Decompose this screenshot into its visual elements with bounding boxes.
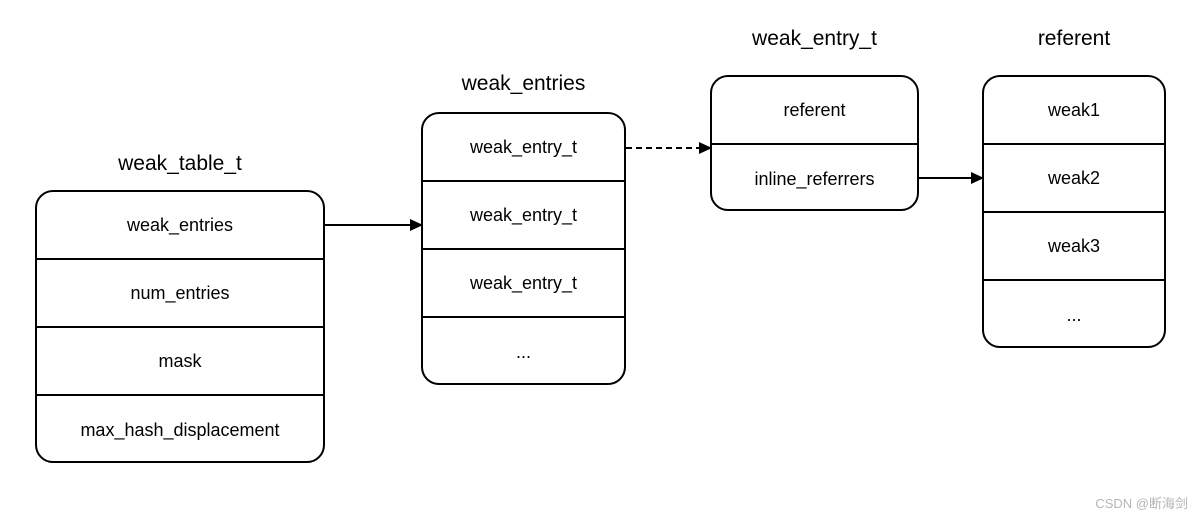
referent-box: weak1 weak2 weak3 ... <box>982 75 1166 348</box>
weak-entry-t-row: inline_referrers <box>712 145 917 211</box>
weak-entry-t-row: referent <box>712 77 917 145</box>
arrow-entries-to-entry-t <box>626 138 712 158</box>
referent-row: weak3 <box>984 213 1164 281</box>
weak-table-t-box: weak_entries num_entries mask max_hash_d… <box>35 190 325 463</box>
weak-entries-title: weak_entries <box>421 72 626 96</box>
referent-row: weak1 <box>984 77 1164 145</box>
weak-entries-box: weak_entry_t weak_entry_t weak_entry_t .… <box>421 112 626 385</box>
weak-entries-row: ... <box>423 318 624 385</box>
weak-entries-row: weak_entry_t <box>423 182 624 250</box>
weak-entries-row: weak_entry_t <box>423 114 624 182</box>
watermark: CSDN @断海剑 <box>1095 493 1188 512</box>
weak-entries-row: weak_entry_t <box>423 250 624 318</box>
weak-entry-t-box: referent inline_referrers <box>710 75 919 211</box>
arrow-entry-t-to-referent <box>919 168 984 188</box>
referent-title: referent <box>982 27 1166 51</box>
weak-table-t-row: weak_entries <box>37 192 323 260</box>
weak-table-t-row: mask <box>37 328 323 396</box>
referent-row: weak2 <box>984 145 1164 213</box>
referent-row: ... <box>984 281 1164 348</box>
weak-entry-t-title: weak_entry_t <box>710 27 919 51</box>
arrow-weak-table-to-entries <box>325 215 423 235</box>
weak-table-t-title: weak_table_t <box>35 152 325 176</box>
weak-table-t-row: num_entries <box>37 260 323 328</box>
weak-table-t-row: max_hash_displacement <box>37 396 323 463</box>
